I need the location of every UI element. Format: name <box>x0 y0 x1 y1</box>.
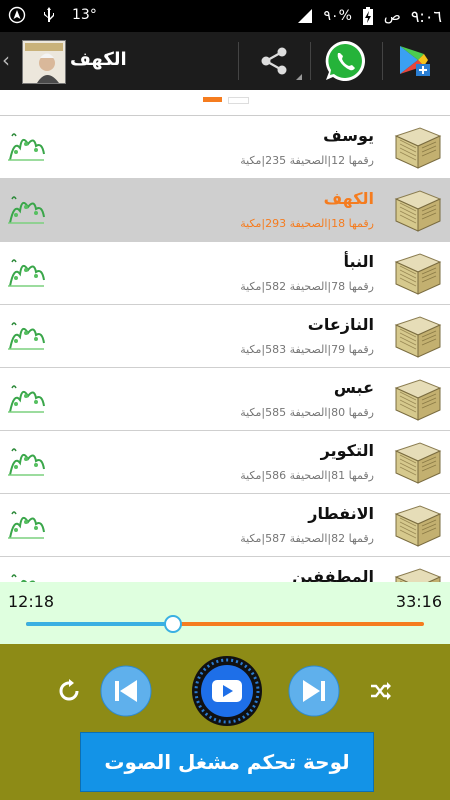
play-button[interactable] <box>190 654 264 728</box>
surah-row[interactable]: الكهف رقمها 18|الصحيفة 293|مكية <box>0 179 450 242</box>
page-dot <box>228 97 249 104</box>
app-logo[interactable] <box>22 40 66 84</box>
surah-name: النازعات <box>307 315 374 334</box>
clock: ٩:٠٦ <box>410 6 442 26</box>
shuffle-button[interactable] <box>370 680 392 702</box>
share-icon <box>261 47 302 80</box>
back-chevron-icon[interactable]: ‹ <box>2 48 10 72</box>
previous-icon <box>100 665 152 717</box>
divider <box>238 42 239 80</box>
play-icon <box>192 656 262 726</box>
total-duration: 33:16 <box>395 592 442 611</box>
whatsapp-icon <box>325 41 365 81</box>
surah-row[interactable]: المطففين <box>0 557 450 583</box>
battery-percent: ٩٠% <box>323 8 352 24</box>
ornament-icon <box>6 508 46 542</box>
seek-area: 12:18 33:16 <box>0 582 450 644</box>
seek-bar[interactable] <box>26 615 424 633</box>
share-button[interactable] <box>248 40 304 82</box>
surah-list[interactable]: يوسف رقمها 12|الصحيفة 235|مكية الكهف رقمها … <box>0 115 450 583</box>
ornament-icon <box>6 256 46 290</box>
action-bar: ‹ الكهف <box>0 32 450 90</box>
divider <box>310 42 311 80</box>
divider <box>382 42 383 80</box>
surah-row[interactable]: النبأ رقمها 78|الصحيفة 582|مكية <box>0 242 450 305</box>
battery-charging-icon <box>362 7 373 25</box>
usb-icon <box>44 7 54 22</box>
next-icon <box>288 665 340 717</box>
status-bar: 13° ٩٠% ص ٩:٠٦ <box>0 0 450 32</box>
seek-progress <box>26 622 174 626</box>
shuffle-icon <box>371 682 391 700</box>
surah-meta: رقمها 12|الصحيفة 235|مكية <box>240 154 374 167</box>
navigation-icon <box>8 6 26 24</box>
quran-book-icon <box>392 502 444 548</box>
quran-book-icon <box>392 124 444 170</box>
quran-book-icon <box>392 313 444 359</box>
surah-row[interactable]: الانفطار رقمها 82|الصحيفة 587|مكية <box>0 494 450 557</box>
surah-row[interactable]: يوسف رقمها 12|الصحيفة 235|مكية <box>0 116 450 179</box>
surah-name: عبس <box>333 378 374 397</box>
page-dot-active <box>203 97 222 102</box>
surah-row[interactable]: التكوير رقمها 81|الصحيفة 586|مكية <box>0 431 450 494</box>
repeat-icon <box>59 679 79 701</box>
surah-meta: رقمها 18|الصحيفة 293|مكية <box>240 217 374 230</box>
player-controls: لوحة تحكم مشغل الصوت <box>0 644 450 800</box>
ornament-icon <box>6 382 46 416</box>
surah-name: يوسف <box>323 126 374 145</box>
whatsapp-button[interactable] <box>322 38 368 84</box>
reciter-portrait-icon <box>23 41 65 83</box>
quran-book-icon <box>392 187 444 233</box>
screen-title: الكهف <box>70 49 127 70</box>
surah-row[interactable]: عبس رقمها 80|الصحيفة 585|مكية <box>0 368 450 431</box>
surah-name: النبأ <box>343 252 374 271</box>
signal-icon <box>297 9 312 23</box>
quran-book-icon <box>392 376 444 422</box>
seek-thumb[interactable] <box>164 615 183 633</box>
quran-book-icon <box>392 565 444 583</box>
quran-book-icon <box>392 439 444 485</box>
next-button[interactable] <box>288 665 340 717</box>
ornament-icon <box>6 130 46 164</box>
surah-row[interactable]: النازعات رقمها 79|الصحيفة 583|مكية <box>0 305 450 368</box>
ornament-icon <box>6 445 46 479</box>
store-plus-icon <box>400 46 430 76</box>
previous-button[interactable] <box>100 665 152 717</box>
surah-meta: رقمها 80|الصحيفة 585|مكية <box>240 406 374 419</box>
repeat-button[interactable] <box>56 678 82 704</box>
temperature-text: 13° <box>72 7 97 23</box>
surah-name: التكوير <box>320 441 374 460</box>
audio-control-panel-button[interactable]: لوحة تحكم مشغل الصوت <box>80 732 374 792</box>
page-indicator <box>203 97 249 104</box>
am-pm: ص <box>383 8 401 24</box>
surah-name: المطففين <box>292 567 374 583</box>
surah-name: الانفطار <box>308 504 374 523</box>
ornament-icon <box>6 193 46 227</box>
surah-name: الكهف <box>323 189 374 208</box>
surah-meta: رقمها 78|الصحيفة 582|مكية <box>240 280 374 293</box>
surah-meta: رقمها 79|الصحيفة 583|مكية <box>240 343 374 356</box>
quran-book-icon <box>392 250 444 296</box>
store-button[interactable] <box>398 44 432 78</box>
surah-meta: رقمها 82|الصحيفة 587|مكية <box>240 532 374 545</box>
surah-meta: رقمها 81|الصحيفة 586|مكية <box>240 469 374 482</box>
elapsed-time: 12:18 <box>8 592 55 611</box>
ornament-icon <box>6 319 46 353</box>
